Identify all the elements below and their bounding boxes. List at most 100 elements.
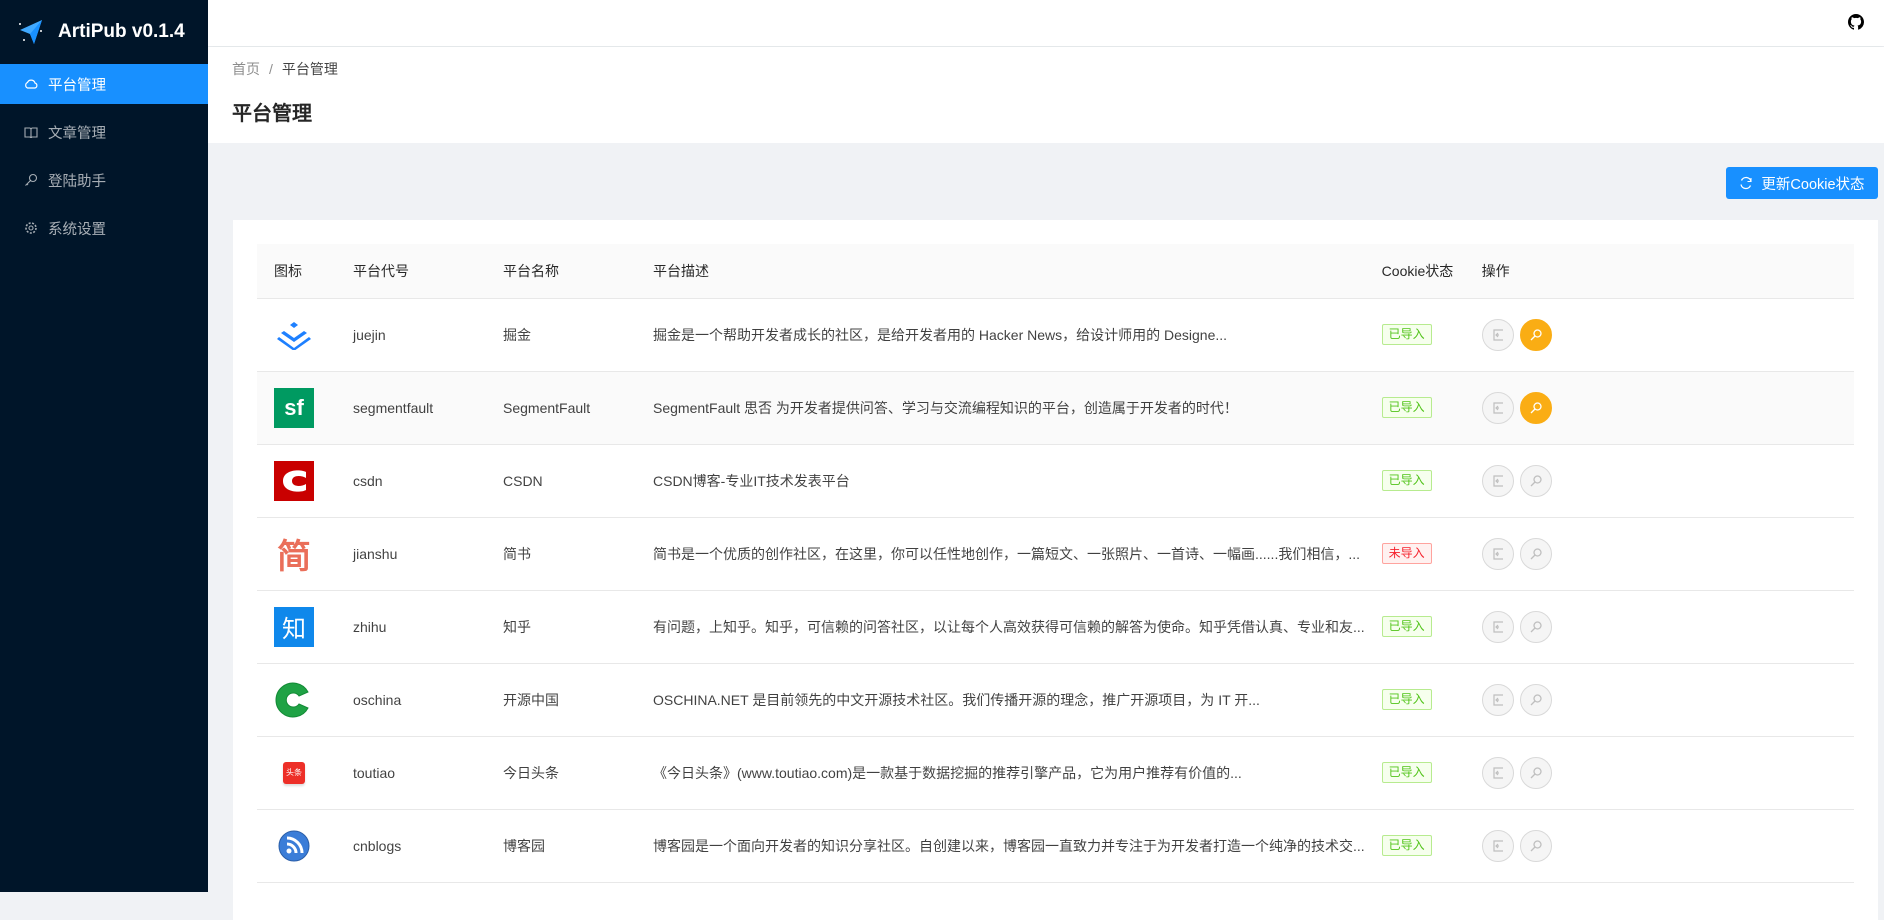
juejin-logo-icon: [274, 315, 314, 355]
cookie-status-cell: 已导入: [1364, 809, 1465, 883]
platform-name: CSDN: [486, 444, 636, 518]
cookie-status-badge: 已导入: [1381, 835, 1432, 856]
platform-name: SegmentFault: [486, 371, 636, 445]
login-icon: [1493, 620, 1503, 633]
platform-logo-cell: [257, 298, 336, 372]
platform-logo-cell: 知: [257, 590, 336, 664]
platform-code: oschina: [336, 663, 486, 737]
paper-plane-icon: [19, 20, 42, 44]
refresh-cookie-button[interactable]: 更新Cookie状态: [1726, 167, 1878, 199]
import-cookie-button[interactable]: [1481, 464, 1514, 497]
col-actions: 操作: [1464, 244, 1854, 299]
jianshu-logo-icon: 简: [277, 537, 311, 577]
login-helper-button[interactable]: [1519, 683, 1552, 716]
platform-name: 简书: [486, 517, 636, 591]
platform-logo-cell: 头条: [257, 736, 336, 810]
login-icon: [1493, 766, 1503, 779]
platform-logo-cell: sf: [257, 371, 336, 445]
breadcrumb: 首页 / 平台管理: [232, 59, 1860, 79]
sync-icon: [1740, 176, 1753, 190]
table-row: csdn CSDN CSDN博客-专业IT技术发表平台 已导入: [257, 444, 1854, 518]
sidebar-item-platforms[interactable]: 平台管理: [0, 64, 208, 104]
platform-desc: 有问题，上知乎。知乎，可信赖的问答社区，以让每个人高效获得可信赖的解答为使命。知…: [636, 590, 1365, 664]
cookie-status-cell: 已导入: [1364, 371, 1465, 445]
platform-code: cnblogs: [336, 809, 486, 883]
col-cookie: Cookie状态: [1364, 244, 1465, 299]
oschina-logo-icon: [274, 680, 314, 720]
sidebar-item-login-helper[interactable]: 登陆助手: [0, 160, 208, 200]
cloud-icon: [24, 79, 38, 89]
import-cookie-button[interactable]: [1481, 537, 1514, 570]
login-helper-button[interactable]: [1519, 756, 1552, 789]
login-icon: [1493, 839, 1503, 852]
import-cookie-button[interactable]: [1481, 318, 1514, 351]
login-helper-button[interactable]: [1519, 464, 1552, 497]
toutiao-logo-icon: 头条: [274, 753, 314, 793]
github-icon[interactable]: [1848, 14, 1865, 33]
sidebar-item-articles[interactable]: 文章管理: [0, 112, 208, 152]
cookie-status-cell: 已导入: [1364, 444, 1465, 518]
gear-icon: [24, 221, 38, 235]
actions-cell: [1464, 736, 1854, 810]
col-icon: 图标: [257, 244, 336, 299]
platform-card: 图标 平台代号 平台名称 平台描述 Cookie状态 操作 juejin 掘金 掘金…: [233, 220, 1878, 920]
cookie-status-cell: 已导入: [1364, 298, 1465, 372]
platform-desc: 掘金是一个帮助开发者成长的社区，是给开发者用的 Hacker News，给设计师…: [636, 298, 1365, 372]
page-header: 首页 / 平台管理 平台管理: [208, 47, 1884, 143]
cnblogs-logo-icon: [274, 826, 314, 866]
platform-desc: 《今日头条》(www.toutiao.com)是一款基于数据挖掘的推荐引擎产品，…: [636, 736, 1365, 810]
actions-cell: [1464, 590, 1854, 664]
top-header: [208, 0, 1884, 46]
key-icon: [1530, 839, 1542, 851]
platform-name: 知乎: [486, 590, 636, 664]
platform-logo-cell: [257, 663, 336, 737]
import-cookie-button[interactable]: [1481, 391, 1514, 424]
key-icon: [1530, 766, 1542, 778]
cookie-status-cell: 已导入: [1364, 590, 1465, 664]
login-helper-button[interactable]: [1519, 318, 1552, 351]
actions-cell: [1464, 809, 1854, 883]
breadcrumb-home[interactable]: 首页: [232, 61, 260, 77]
platform-desc: OSCHINA.NET 是目前领先的中文开源技术社区。我们传播开源的理念，推广开…: [636, 663, 1365, 737]
cookie-status-badge: 已导入: [1381, 762, 1432, 783]
sidebar-item-label: 系统设置: [48, 221, 106, 238]
login-icon: [1493, 474, 1503, 487]
platform-logo-cell: 简: [257, 517, 336, 591]
platform-desc: CSDN博客-专业IT技术发表平台: [636, 444, 1365, 518]
key-icon: [1530, 620, 1542, 632]
table-header-row: 图标 平台代号 平台名称 平台描述 Cookie状态 操作: [257, 244, 1854, 299]
col-code: 平台代号: [336, 244, 486, 299]
login-helper-button[interactable]: [1519, 391, 1552, 424]
app-logo[interactable]: ArtiPub v0.1.4: [0, 0, 208, 64]
breadcrumb-current: 平台管理: [281, 61, 338, 77]
login-helper-button[interactable]: [1519, 610, 1552, 643]
sidebar-item-label: 文章管理: [48, 125, 106, 142]
login-helper-button[interactable]: [1519, 537, 1552, 570]
key-icon: [1530, 474, 1542, 486]
login-icon: [1493, 693, 1503, 706]
actions-cell: [1464, 444, 1854, 518]
segmentfault-logo-icon: sf: [274, 387, 314, 428]
platform-name: 掘金: [486, 298, 636, 372]
platform-code: csdn: [336, 444, 486, 518]
table-row: 简 jianshu 简书 简书是一个优质的创作社区，在这里，你可以任性地创作，一篇短文…: [257, 517, 1854, 591]
table-row: oschina 开源中国 OSCHINA.NET 是目前领先的中文开源技术社区。我们…: [257, 663, 1854, 737]
sidebar-item-settings[interactable]: 系统设置: [0, 208, 208, 248]
import-cookie-button[interactable]: [1481, 756, 1514, 789]
sidebar: ArtiPub v0.1.4 平台管理 文章管理 登陆助手 系统设置: [0, 0, 208, 892]
sidebar-item-label: 平台管理: [48, 77, 106, 94]
platform-logo-cell: [257, 444, 336, 518]
import-cookie-button[interactable]: [1481, 610, 1514, 643]
table-row: 知 zhihu 知乎 有问题，上知乎。知乎，可信赖的问答社区，以让每个人高效获得可信赖…: [257, 590, 1854, 664]
login-helper-button[interactable]: [1519, 829, 1552, 862]
platform-code: segmentfault: [336, 371, 486, 445]
import-cookie-button[interactable]: [1481, 683, 1514, 716]
import-cookie-button[interactable]: [1481, 829, 1514, 862]
cookie-status-cell: 已导入: [1364, 663, 1465, 737]
platform-table: 图标 平台代号 平台名称 平台描述 Cookie状态 操作 juejin 掘金 掘金…: [257, 244, 1854, 883]
table-row: cnblogs 博客园 博客园是一个面向开发者的知识分享社区。自创建以来，博客园一直…: [257, 809, 1854, 883]
cookie-status-cell: 已导入: [1364, 736, 1465, 810]
sidebar-item-label: 登陆助手: [48, 173, 106, 190]
platform-code: zhihu: [336, 590, 486, 664]
actions-cell: [1464, 663, 1854, 737]
